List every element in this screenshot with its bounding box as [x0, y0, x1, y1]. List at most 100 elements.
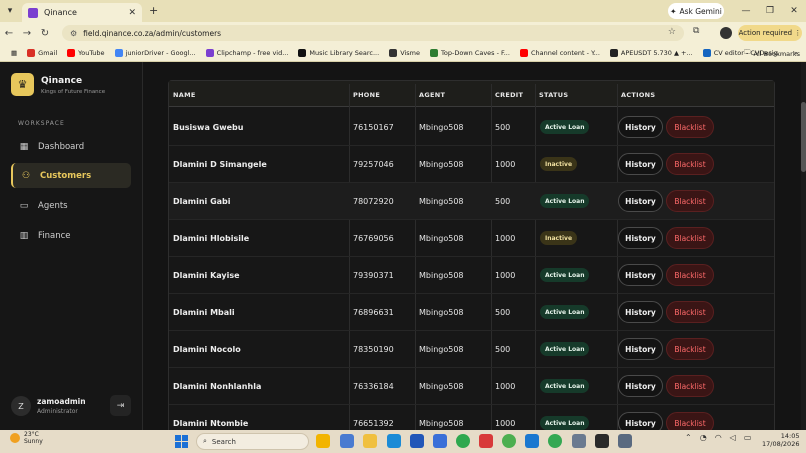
- history-button[interactable]: History: [618, 190, 663, 212]
- blacklist-button[interactable]: Blacklist: [666, 338, 714, 360]
- app-red-icon[interactable]: [479, 434, 493, 448]
- bookmark-item[interactable]: juniorDriver - Googl...: [110, 48, 201, 57]
- history-button[interactable]: History: [618, 153, 663, 175]
- history-button[interactable]: History: [618, 412, 663, 430]
- clock-time: 14:05: [780, 432, 800, 440]
- all-bookmarks-label: All Bookmarks: [753, 49, 800, 58]
- windows-start-icon[interactable]: [175, 435, 188, 448]
- app-tool-icon[interactable]: [618, 434, 632, 448]
- table-row[interactable]: Dlamini D Simangele 79257046 Mbingo508 1000…: [169, 146, 774, 183]
- snipping-tool-icon[interactable]: [572, 434, 586, 448]
- restore-icon[interactable]: ❐: [758, 0, 782, 22]
- blacklist-button[interactable]: Blacklist: [666, 301, 714, 323]
- bookmark-star-icon[interactable]: ☆: [668, 27, 676, 37]
- table-row[interactable]: Dlamini Kayise 79390371 Mbingo508 1000 Activ…: [169, 257, 774, 294]
- site-info-icon[interactable]: ⚙: [70, 29, 77, 38]
- bookmark-item[interactable]: Music Library Searc...: [293, 48, 384, 57]
- customer-credit: 1000: [495, 271, 516, 280]
- vscode-icon[interactable]: [525, 434, 539, 448]
- sidebar-item-label: Dashboard: [38, 141, 85, 152]
- battery-icon[interactable]: ▭: [744, 433, 752, 442]
- bookmark-item[interactable]: Top-Down Caves - F...: [425, 48, 515, 57]
- folder-app-icon[interactable]: [363, 434, 377, 448]
- chrome-profile-icon[interactable]: [502, 434, 516, 448]
- table-row[interactable]: Dlamini Mbali 76896631 Mbingo508 500 Active …: [169, 294, 774, 331]
- blacklist-button[interactable]: Blacklist: [666, 412, 714, 430]
- table-row[interactable]: Dlamini Nonhlanhla 76336184 Mbingo508 1000 A…: [169, 368, 774, 405]
- chrome-icon[interactable]: [456, 434, 470, 448]
- sidebar-item-finance[interactable]: ▥ Finance: [11, 223, 131, 248]
- history-button[interactable]: History: [618, 375, 663, 397]
- extensions-icon[interactable]: ⧉: [693, 26, 699, 36]
- mail-icon[interactable]: [433, 434, 447, 448]
- ask-gemini-button[interactable]: ✦ Ask Gemini: [668, 3, 724, 19]
- weather-widget[interactable]: 23°C Sunny: [10, 431, 43, 445]
- apps-grid-icon[interactable]: ▦: [6, 49, 22, 57]
- minimize-icon[interactable]: —: [734, 0, 758, 22]
- profile-avatar[interactable]: [720, 27, 732, 39]
- table-row[interactable]: Dlamini Hlobisile 76769056 Mbingo508 1000 In…: [169, 220, 774, 257]
- tab-search-icon[interactable]: ▾: [0, 0, 20, 22]
- file-explorer-icon[interactable]: [316, 434, 330, 448]
- table-row[interactable]: Busiswa Gwebu 76150167 Mbingo508 500 Active …: [169, 109, 774, 146]
- logout-button[interactable]: ⇥: [110, 395, 131, 416]
- blacklist-button[interactable]: Blacklist: [666, 190, 714, 212]
- back-icon[interactable]: ←: [0, 22, 18, 44]
- bookmark-item[interactable]: Gmail: [22, 48, 62, 57]
- sidebar-item-agents[interactable]: ▭ Agents: [11, 193, 131, 218]
- history-button[interactable]: History: [618, 338, 663, 360]
- customer-agent: Mbingo508: [419, 345, 464, 354]
- sidebar-item-dashboard[interactable]: ▦ Dashboard: [11, 134, 131, 159]
- table-row[interactable]: Dlamini Gabi 78072920 Mbingo508 500 Active L…: [169, 183, 774, 220]
- bookmark-item[interactable]: Clipchamp - free vid...: [201, 48, 294, 57]
- bookmark-item[interactable]: APEUSDT 5.730 ▲ +...: [605, 48, 698, 57]
- customer-agent: Mbingo508: [419, 160, 464, 169]
- blacklist-button[interactable]: Blacklist: [666, 264, 714, 286]
- bookmark-item[interactable]: YouTube: [62, 48, 109, 57]
- scrollbar-thumb[interactable]: [801, 102, 806, 172]
- page-scrollbar[interactable]: [801, 62, 806, 430]
- browser-tab[interactable]: Qinance ✕: [22, 3, 142, 22]
- volume-icon[interactable]: ◁: [730, 433, 736, 442]
- chevron-up-icon[interactable]: ⌃: [685, 433, 692, 442]
- blacklist-button[interactable]: Blacklist: [666, 227, 714, 249]
- new-tab-icon[interactable]: +: [149, 4, 158, 17]
- bookmark-item[interactable]: Channel content - Y...: [515, 48, 605, 57]
- blacklist-button[interactable]: Blacklist: [666, 153, 714, 175]
- customer-agent: Mbingo508: [419, 419, 464, 428]
- system-clock[interactable]: 14:05 17/08/2026: [762, 432, 799, 448]
- terminal-icon[interactable]: [595, 434, 609, 448]
- taskbar-search[interactable]: ⌕ Search: [196, 433, 309, 450]
- network-icon[interactable]: ◔: [700, 433, 707, 442]
- history-button[interactable]: History: [618, 301, 663, 323]
- action-required-button[interactable]: Action required ⋮: [738, 25, 802, 41]
- bookmark-favicon-icon: [609, 48, 618, 57]
- blacklist-button[interactable]: Blacklist: [666, 116, 714, 138]
- status-badge: Active Loan: [540, 416, 590, 430]
- reload-icon[interactable]: ↻: [36, 22, 54, 44]
- address-bar[interactable]: ⚙ field.qinance.co.za/admin/customers ☆: [62, 25, 684, 41]
- bookmarks-bar: ▦ Gmail YouTube juniorDriver - Googl... Cli…: [0, 44, 806, 62]
- close-icon[interactable]: ✕: [128, 8, 136, 18]
- wifi-icon[interactable]: ◠: [715, 433, 722, 442]
- copilot-icon[interactable]: [340, 434, 354, 448]
- customer-credit: 500: [495, 308, 511, 317]
- forward-icon[interactable]: →: [18, 22, 36, 44]
- header-name: NAME: [173, 91, 196, 99]
- sidebar-item-customers[interactable]: ⚇ Customers: [11, 163, 131, 188]
- history-button[interactable]: History: [618, 227, 663, 249]
- bookmark-item[interactable]: Visme: [384, 48, 425, 57]
- table-row[interactable]: Dlamini Ntombie 76651392 Mbingo508 1000 Acti…: [169, 405, 774, 430]
- bookmark-label: Music Library Searc...: [309, 48, 380, 57]
- history-button[interactable]: History: [618, 264, 663, 286]
- blacklist-button[interactable]: Blacklist: [666, 375, 714, 397]
- store-icon[interactable]: [410, 434, 424, 448]
- chrome-active-icon[interactable]: [548, 434, 562, 448]
- history-button[interactable]: History: [618, 116, 663, 138]
- table-row[interactable]: Dlamini Nocolo 78350190 Mbingo508 500 Active…: [169, 331, 774, 368]
- window-close-icon[interactable]: ✕: [782, 0, 806, 22]
- status-badge: Inactive: [540, 231, 578, 245]
- customer-phone: 76769056: [353, 234, 394, 243]
- edge-icon[interactable]: [387, 434, 401, 448]
- all-bookmarks-button[interactable]: 🗀 All Bookmarks: [744, 48, 800, 59]
